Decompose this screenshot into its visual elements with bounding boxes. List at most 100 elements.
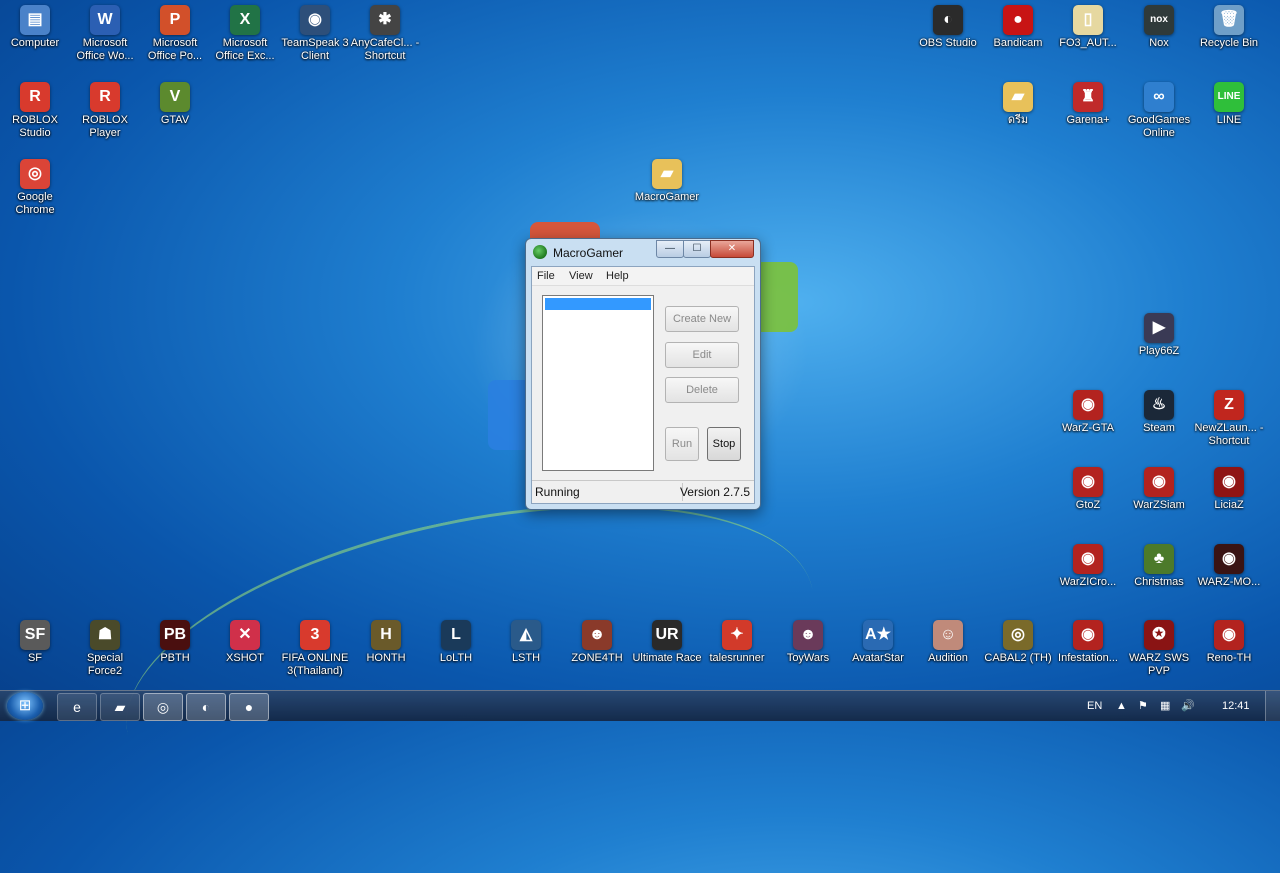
- show-desktop-button[interactable]: [1265, 691, 1280, 721]
- desktop-icon[interactable]: ☺ Audition: [913, 620, 983, 665]
- macrogamer-window[interactable]: MacroGamer — ☐ ✕ File View Help Create N…: [525, 238, 761, 510]
- desktop-icon[interactable]: 🗑 Recycle Bin: [1194, 5, 1264, 50]
- volume-icon[interactable]: 🔊: [1181, 691, 1195, 721]
- desktop-icon[interactable]: ◎ CABAL2 (TH): [983, 620, 1053, 665]
- desktop-icon[interactable]: UR Ultimate Race: [632, 620, 702, 665]
- desktop-icon-label: Microsoft Office Exc...: [215, 37, 275, 62]
- desktop-icon-glyph: ☺: [933, 620, 963, 650]
- desktop-icon[interactable]: ♣ Christmas: [1124, 544, 1194, 589]
- desktop-icon[interactable]: Z NewZLaun... - Shortcut: [1194, 390, 1264, 448]
- desktop-icon[interactable]: ◭ LSTH: [491, 620, 561, 665]
- desktop-icon[interactable]: ◉ WarZSiam: [1124, 467, 1194, 512]
- desktop-icon[interactable]: ◎ Google Chrome: [0, 159, 70, 217]
- desktop-icon-glyph: ◉: [1214, 467, 1244, 497]
- desktop-icon[interactable]: H HONTH: [351, 620, 421, 665]
- minimize-button[interactable]: —: [656, 240, 684, 258]
- desktop-icon[interactable]: ◉ WarZ-GTA: [1053, 390, 1123, 435]
- desktop-icon[interactable]: ✦ talesrunner: [702, 620, 772, 665]
- desktop-icon[interactable]: ◉ WARZ-MO...: [1194, 544, 1264, 589]
- desktop-icon-glyph: ◐: [933, 5, 963, 35]
- start-button[interactable]: ⊞: [7, 692, 43, 720]
- desktop-icon[interactable]: ● Bandicam: [983, 5, 1053, 50]
- desktop-icon[interactable]: ☻ ToyWars: [773, 620, 843, 665]
- desktop-icon[interactable]: ◐ OBS Studio: [913, 5, 983, 50]
- menu-bar: File View Help: [532, 267, 754, 286]
- obs-icon[interactable]: ◐: [186, 693, 226, 721]
- desktop-icon[interactable]: ◉ WarZICro...: [1053, 544, 1123, 589]
- desktop-icon[interactable]: ♨ Steam: [1124, 390, 1194, 435]
- desktop-icon-label: Play66Z: [1138, 345, 1180, 357]
- list-item[interactable]: [545, 298, 651, 310]
- language-indicator[interactable]: EN: [1087, 691, 1102, 721]
- desktop-icon-glyph: P: [160, 5, 190, 35]
- desktop-icon[interactable]: P Microsoft Office Po...: [140, 5, 210, 63]
- desktop-icon[interactable]: ▶ Play66Z: [1124, 313, 1194, 358]
- maximize-button[interactable]: ☐: [683, 240, 711, 258]
- desktop-icon[interactable]: ◉ GtoZ: [1053, 467, 1123, 512]
- network-icon[interactable]: ▦: [1160, 691, 1170, 721]
- desktop-icon-label: talesrunner: [709, 652, 765, 664]
- desktop-icon[interactable]: ◉ LiciaZ: [1194, 467, 1264, 512]
- desktop-icon-glyph: ●: [1003, 5, 1033, 35]
- desktop-icon[interactable]: R ROBLOX Studio: [0, 82, 70, 140]
- desktop-icon[interactable]: ◉ TeamSpeak 3 Client: [280, 5, 350, 63]
- desktop-icon[interactable]: W Microsoft Office Wo...: [70, 5, 140, 63]
- desktop-icon[interactable]: ▯ FO3_AUT...: [1053, 5, 1123, 50]
- desktop-icon[interactable]: ▰ ดรีม: [983, 82, 1053, 127]
- close-button[interactable]: ✕: [710, 240, 754, 258]
- edit-button[interactable]: Edit: [665, 342, 739, 368]
- desktop-icon-label: WARZ-MO...: [1197, 576, 1261, 588]
- desktop-icon-label: WARZ SWS PVP: [1128, 652, 1190, 677]
- menu-view[interactable]: View: [569, 270, 593, 282]
- desktop-icon[interactable]: ☻ ZONE4TH: [562, 620, 632, 665]
- menu-file[interactable]: File: [537, 270, 555, 282]
- desktop-icon[interactable]: ◉ Reno-TH: [1194, 620, 1264, 665]
- delete-button[interactable]: Delete: [665, 377, 739, 403]
- ie-icon[interactable]: e: [57, 693, 97, 721]
- taskbar: ⊞ e ▰ ◎ ◐ ● EN ▲ ⚑ ▦ 🔊 12:41: [0, 690, 1280, 721]
- desktop-icon[interactable]: R ROBLOX Player: [70, 82, 140, 140]
- explorer-icon[interactable]: ▰: [100, 693, 140, 721]
- menu-help[interactable]: Help: [606, 270, 629, 282]
- chrome-icon[interactable]: ◎: [143, 693, 183, 721]
- desktop-icon[interactable]: ▤ Computer: [0, 5, 70, 50]
- macrogamer-icon[interactable]: ●: [229, 693, 269, 721]
- desktop-icon[interactable]: ♜ Garena+: [1053, 82, 1123, 127]
- desktop-icon-label: Ultimate Race: [632, 652, 702, 664]
- desktop-icon[interactable]: L LoLTH: [421, 620, 491, 665]
- flag-icon[interactable]: ⚑: [1138, 691, 1148, 721]
- desktop-icon[interactable]: A★ AvatarStar: [843, 620, 913, 665]
- desktop-icon-glyph: ✪: [1144, 620, 1174, 650]
- show-hidden-icons[interactable]: ▲: [1116, 691, 1127, 721]
- desktop-icon[interactable]: SF SF: [0, 620, 70, 665]
- desktop-icon-label: Nox: [1149, 37, 1169, 49]
- desktop-icon[interactable]: ▰ MacroGamer: [632, 159, 702, 204]
- desktop-icon-glyph: ▤: [20, 5, 50, 35]
- desktop-icon[interactable]: V GTAV: [140, 82, 210, 127]
- desktop-icon-glyph: ✦: [722, 620, 752, 650]
- desktop-icon[interactable]: nox Nox: [1124, 5, 1194, 50]
- desktop-icon-label: Steam: [1143, 422, 1175, 434]
- desktop-icon-label: LiciaZ: [1214, 499, 1244, 511]
- desktop-icon[interactable]: ✪ WARZ SWS PVP: [1124, 620, 1194, 678]
- desktop-icon-label: WarZICro...: [1059, 576, 1117, 588]
- stop-button[interactable]: Stop: [707, 427, 741, 461]
- clock[interactable]: 12:41: [1222, 691, 1250, 721]
- desktop-icon[interactable]: PB PBTH: [140, 620, 210, 665]
- desktop-icon-glyph: V: [160, 82, 190, 112]
- desktop-icon[interactable]: 3 FIFA ONLINE 3(Thailand): [280, 620, 350, 678]
- run-button[interactable]: Run: [665, 427, 699, 461]
- desktop-icon[interactable]: ∞ GoodGames Online: [1124, 82, 1194, 140]
- window-client: File View Help Create New Edit Delete Ru…: [531, 266, 755, 504]
- desktop-icon-glyph: ♣: [1144, 544, 1174, 574]
- title-bar[interactable]: MacroGamer — ☐ ✕: [526, 239, 760, 265]
- desktop-icon[interactable]: ◉ Infestation...: [1053, 620, 1123, 665]
- macro-list[interactable]: [542, 295, 654, 471]
- desktop-icon[interactable]: ✕ XSHOT: [210, 620, 280, 665]
- desktop-icon[interactable]: ☗ Special Force2: [70, 620, 140, 678]
- desktop-icon[interactable]: X Microsoft Office Exc...: [210, 5, 280, 63]
- desktop-icon[interactable]: ✱ AnyCafeCl... - Shortcut: [350, 5, 420, 63]
- create-new-button[interactable]: Create New: [665, 306, 739, 332]
- desktop-icon[interactable]: LINE LINE: [1194, 82, 1264, 127]
- desktop-icon-glyph: PB: [160, 620, 190, 650]
